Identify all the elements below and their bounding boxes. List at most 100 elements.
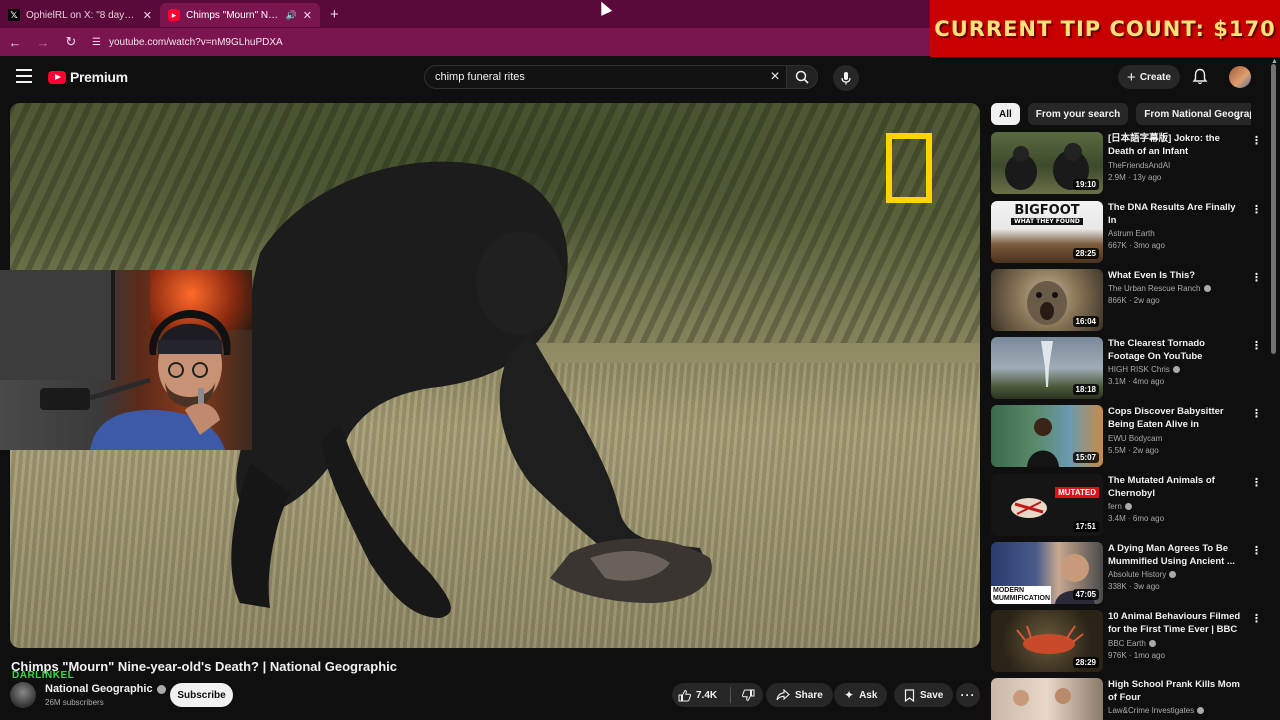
youtube-logo[interactable]: Premium: [48, 69, 128, 85]
like-button[interactable]: 7.4K: [672, 683, 725, 707]
voice-search-button[interactable]: [833, 65, 859, 91]
recommendation-item[interactable]: 16:04 What Even Is This? The Urban Rescu…: [991, 269, 1266, 333]
browser-tab-youtube[interactable]: ▸ Chimps "Mourn" Nine-year 🔊 ✕: [160, 3, 320, 27]
speaker-icon[interactable]: 🔊: [286, 10, 297, 21]
like-dislike-pill: 7.4K: [672, 683, 764, 707]
recommendation-item[interactable]: 19:10 [日本語字幕版] Jokro: the Death of an In…: [991, 132, 1266, 196]
tab-title: Chimps "Mourn" Nine-year: [186, 9, 280, 21]
dislike-button[interactable]: [736, 683, 763, 707]
menu-icon[interactable]: [16, 69, 32, 83]
url-text: youtube.com/watch?v=nM9GLhuPDXA: [108, 36, 283, 48]
more-vertical-icon[interactable]: ⋮: [1251, 134, 1262, 147]
recommendation-info: A Dying Man Agrees To Be Mummified Using…: [1108, 542, 1244, 591]
recommendation-info: Cops Discover Babysitter Being Eaten Ali…: [1108, 405, 1244, 455]
recommendation-channel: HIGH RISK Chris: [1108, 365, 1244, 374]
url-field[interactable]: ☰ youtube.com/watch?v=nM9GLhuPDXA: [92, 37, 283, 48]
verified-icon: [1169, 571, 1177, 578]
channel-name[interactable]: National Geographic: [45, 683, 166, 695]
recommendation-title: [日本語字幕版] Jokro: the Death of an Infant C…: [1108, 133, 1220, 157]
more-actions-button[interactable]: ···: [956, 683, 980, 707]
more-vertical-icon[interactable]: ⋮: [1251, 544, 1262, 557]
video-thumbnail[interactable]: 19:10: [991, 132, 1103, 194]
recommendation-channel: Astrum Earth: [1108, 229, 1244, 238]
chip-from-your-search[interactable]: From your search: [1027, 103, 1129, 125]
recommendation-item[interactable]: BIGFOOT WHAT THEY FOUND 28:25 The DNA Re…: [991, 201, 1266, 265]
create-button[interactable]: + Create: [1118, 65, 1180, 89]
tab-title: OphielRL on X: "8 days remaining: [26, 9, 137, 21]
chip-from-channel[interactable]: From National Geographic: [1136, 103, 1251, 125]
ask-button[interactable]: ✦ Ask: [834, 683, 888, 707]
video-thumbnail[interactable]: [991, 678, 1103, 720]
verified-icon: [1124, 503, 1132, 510]
recommendation-channel: The Urban Rescue Ranch: [1108, 284, 1244, 293]
video-thumbnail[interactable]: MODERN MUMMIFICATION 47:05: [991, 542, 1103, 604]
streamer-figure: [40, 310, 231, 450]
recommendation-item[interactable]: 18:18 The Clearest Tornado Footage On Yo…: [991, 337, 1266, 401]
recommendation-title: The Mutated Animals of Chernobyl: [1108, 475, 1215, 499]
recommendation-info: The Mutated Animals of Chernobyl fern 3.…: [1108, 474, 1244, 523]
site-info-icon[interactable]: ☰: [92, 37, 101, 48]
channel-text: EWU Bodycam: [1108, 434, 1163, 443]
video-duration: 16:04: [1072, 316, 1099, 327]
close-tab-icon[interactable]: ✕: [143, 9, 152, 22]
save-button-wrap: Save: [894, 683, 954, 707]
more-vertical-icon[interactable]: ⋮: [1251, 203, 1262, 216]
more-vertical-icon[interactable]: ⋮: [1251, 476, 1262, 489]
recommendation-item[interactable]: MUTATED 17:51 The Mutated Animals of Che…: [991, 474, 1266, 538]
search-button[interactable]: [786, 65, 818, 89]
video-thumbnail[interactable]: MUTATED 17:51: [991, 474, 1103, 536]
recommendation-item[interactable]: 28:29 10 Animal Behaviours Filmed for th…: [991, 610, 1266, 674]
video-duration: 47:05: [1072, 589, 1099, 600]
recommendation-channel: EWU Bodycam: [1108, 434, 1244, 443]
save-button[interactable]: Save: [894, 683, 954, 707]
subscribe-button[interactable]: Subscribe: [170, 683, 233, 707]
video-thumbnail[interactable]: 15:07: [991, 405, 1103, 467]
video-duration: 28:25: [1072, 248, 1099, 259]
recommendation-info: The Clearest Tornado Footage On YouTube …: [1108, 337, 1244, 386]
recommendation-info: The DNA Results Are Finally In Astrum Ea…: [1108, 201, 1244, 250]
thumbnail-badge: MUTATED: [1055, 487, 1099, 498]
more-vertical-icon[interactable]: ⋮: [1251, 612, 1262, 625]
video-thumbnail[interactable]: BIGFOOT WHAT THEY FOUND 28:25: [991, 201, 1103, 263]
chip-all[interactable]: All: [991, 103, 1020, 125]
video-thumbnail[interactable]: 18:18: [991, 337, 1103, 399]
verified-icon: [1148, 640, 1156, 647]
sparkle-icon: ✦: [844, 688, 855, 702]
channel-text: Absolute History: [1108, 570, 1167, 579]
recommendation-channel: Absolute History: [1108, 570, 1244, 579]
search-input[interactable]: chimp funeral rites ×: [424, 65, 788, 89]
recommendation-title: A Dying Man Agrees To Be Mummified Using…: [1108, 543, 1235, 567]
youtube-play-icon: [48, 70, 66, 84]
recommendation-channel: Law&Crime Investigates: [1108, 706, 1244, 715]
video-thumbnail[interactable]: 28:29: [991, 610, 1103, 672]
forward-button[interactable]: →: [36, 35, 50, 50]
more-vertical-icon[interactable]: ⋮: [1251, 407, 1262, 420]
clear-search-icon[interactable]: ×: [763, 68, 787, 86]
chevron-right-icon[interactable]: ›: [1236, 108, 1241, 124]
thumbs-down-icon: [742, 689, 755, 701]
new-tab-button[interactable]: +: [320, 6, 349, 23]
tip-count-text: CURRENT TIP COUNT: $170: [934, 16, 1276, 41]
recommendation-item[interactable]: 15:07 Cops Discover Babysitter Being Eat…: [991, 405, 1266, 469]
more-vertical-icon[interactable]: ⋮: [1251, 271, 1262, 284]
like-divider: [730, 687, 732, 703]
scrollbar-thumb[interactable]: [1271, 64, 1276, 354]
video-thumbnail[interactable]: 16:04: [991, 269, 1103, 331]
reload-button[interactable]: ↻: [64, 34, 78, 50]
thumbs-up-icon: [678, 689, 691, 701]
share-button[interactable]: Share: [766, 683, 833, 707]
thumbnail-art: [1013, 688, 1071, 706]
notifications-bell-icon[interactable]: [1192, 68, 1208, 85]
close-tab-icon[interactable]: ✕: [303, 9, 312, 22]
recommendation-item[interactable]: High School Prank Kills Mom of Four Law&…: [991, 678, 1266, 720]
recommendation-channel: BBC Earth: [1108, 639, 1244, 648]
browser-tab-x[interactable]: 𝕏 OphielRL on X: "8 days remaining ✕: [0, 3, 160, 27]
account-avatar[interactable]: [1229, 66, 1251, 88]
microphone-icon: [841, 72, 851, 85]
channel-avatar[interactable]: [10, 682, 36, 708]
logo-text: Premium: [70, 69, 128, 85]
more-vertical-icon[interactable]: ⋮: [1251, 339, 1262, 352]
share-label: Share: [795, 689, 823, 701]
back-button[interactable]: ←: [8, 35, 22, 50]
recommendation-item[interactable]: MODERN MUMMIFICATION 47:05 A Dying Man A…: [991, 542, 1266, 606]
